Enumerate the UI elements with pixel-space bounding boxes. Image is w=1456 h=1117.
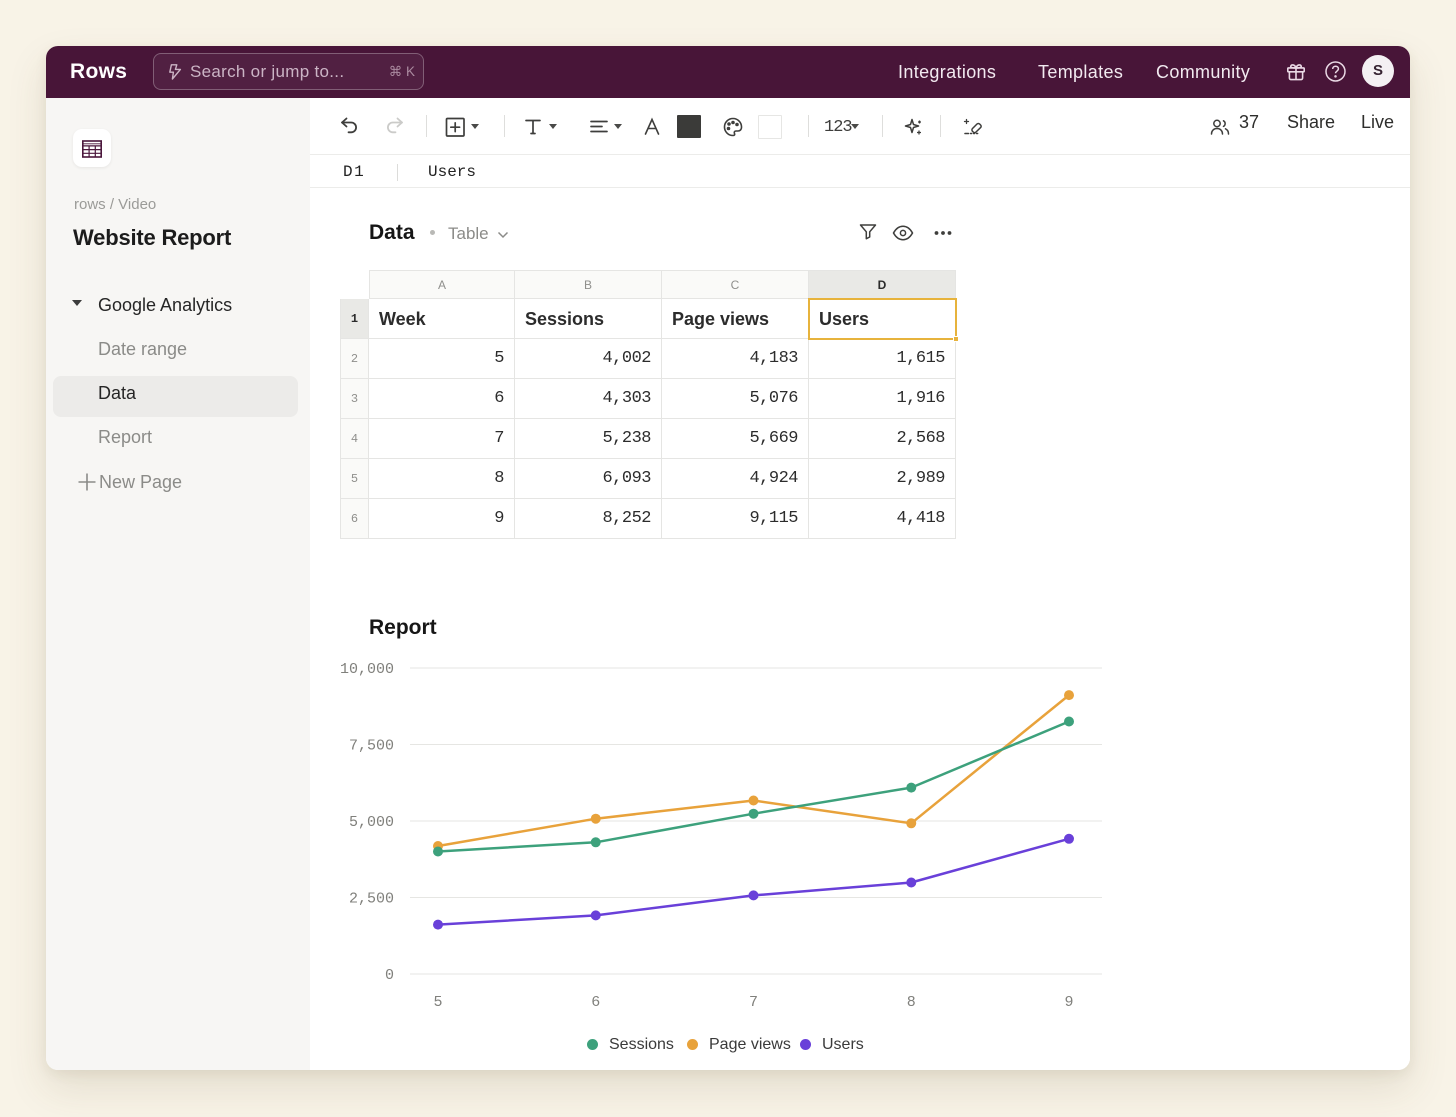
svg-text:10,000: 10,000	[340, 661, 394, 678]
svg-text:8: 8	[907, 994, 916, 1011]
svg-text:7: 7	[749, 994, 758, 1011]
svg-text:5,000: 5,000	[349, 814, 394, 831]
svg-text:6: 6	[591, 994, 600, 1011]
svg-text:7,500: 7,500	[349, 738, 394, 755]
svg-text:5: 5	[433, 994, 442, 1011]
svg-text:9: 9	[1064, 994, 1073, 1011]
svg-text:0: 0	[385, 967, 394, 984]
svg-text:2,500: 2,500	[349, 891, 394, 908]
